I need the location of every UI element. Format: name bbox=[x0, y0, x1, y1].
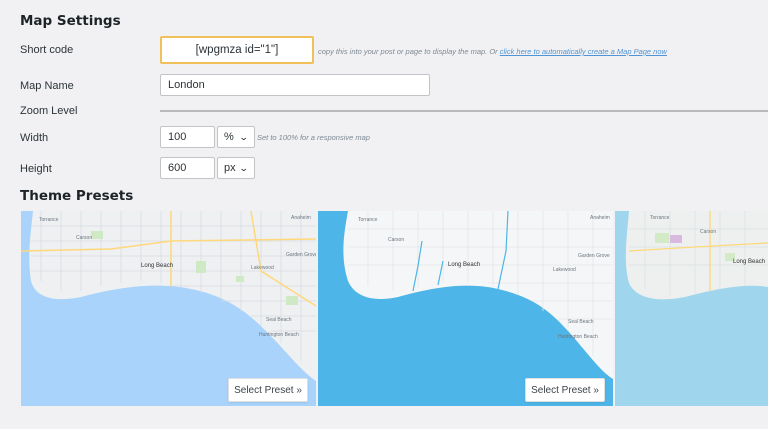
theme-presets-title: Theme Presets bbox=[20, 188, 134, 204]
place-label: Lakewood bbox=[251, 265, 274, 271]
place-label: Anaheim bbox=[590, 215, 610, 221]
height-value: 600 bbox=[168, 162, 187, 174]
width-input[interactable]: 100 bbox=[160, 126, 215, 148]
shortcode-hint-text: copy this into your post or page to disp… bbox=[318, 47, 500, 56]
place-label: Huntington Beach bbox=[558, 334, 598, 340]
place-label: Huntington Beach bbox=[259, 332, 299, 338]
place-label: Long Beach bbox=[141, 263, 173, 269]
zoom-level-label: Zoom Level bbox=[20, 105, 78, 117]
zoom-level-slider[interactable] bbox=[160, 110, 768, 112]
map-preview-default: Torrance Carson Long Beach Lakewood Seal… bbox=[21, 211, 316, 406]
place-label: Long Beach bbox=[733, 259, 765, 265]
map-preview-light-blue: Torrance Carson Long Beach bbox=[615, 211, 768, 406]
place-label: Anaheim bbox=[291, 215, 311, 221]
height-label: Height bbox=[20, 163, 52, 175]
place-label: Long Beach bbox=[448, 262, 480, 268]
width-unit-value: % bbox=[224, 131, 234, 143]
place-label: Garden Grove bbox=[578, 253, 610, 259]
width-label: Width bbox=[20, 132, 49, 144]
height-input[interactable]: 600 bbox=[160, 157, 215, 179]
width-value: 100 bbox=[168, 131, 187, 143]
map-name-label: Map Name bbox=[20, 80, 74, 92]
height-unit-select[interactable]: px ⌄ bbox=[217, 157, 255, 179]
map-name-input[interactable]: London bbox=[160, 74, 430, 96]
theme-preset-default[interactable]: Torrance Carson Long Beach Lakewood Seal… bbox=[21, 211, 316, 406]
chevron-down-icon: ⌄ bbox=[239, 131, 250, 142]
map-settings-title: Map Settings bbox=[20, 13, 121, 29]
select-preset-button[interactable]: Select Preset » bbox=[525, 378, 605, 402]
place-label: Torrance bbox=[39, 217, 59, 223]
place-label: Seal Beach bbox=[568, 319, 594, 325]
place-label: Carson bbox=[388, 237, 404, 243]
theme-preset-light-blue[interactable]: Torrance Carson Long Beach bbox=[615, 211, 768, 406]
width-unit-select[interactable]: % ⌄ bbox=[217, 126, 255, 148]
landmark-area bbox=[670, 235, 682, 243]
height-unit-value: px bbox=[224, 162, 236, 174]
theme-preset-blue-water[interactable]: Torrance Carson Long Beach Lakewood Seal… bbox=[318, 211, 613, 406]
select-preset-button[interactable]: Select Preset » bbox=[228, 378, 308, 402]
create-map-page-link[interactable]: click here to automatically create a Map… bbox=[500, 47, 667, 56]
map-name-value: London bbox=[168, 79, 205, 91]
chevron-down-icon: ⌄ bbox=[239, 162, 250, 173]
place-label: Carson bbox=[76, 235, 92, 241]
shortcode-hint: copy this into your post or page to disp… bbox=[318, 47, 667, 56]
width-hint: Set to 100% for a responsive map bbox=[257, 133, 370, 142]
place-label: Lakewood bbox=[553, 267, 576, 273]
place-label: Seal Beach bbox=[266, 317, 292, 323]
map-preview-blue-water: Torrance Carson Long Beach Lakewood Seal… bbox=[318, 211, 613, 406]
place-label: Carson bbox=[700, 229, 716, 235]
shortcode-value: [wpgmza id="1"] bbox=[195, 44, 279, 56]
place-label: Torrance bbox=[358, 217, 378, 223]
shortcode-field[interactable]: [wpgmza id="1"] bbox=[160, 36, 314, 64]
shortcode-label: Short code bbox=[20, 44, 74, 56]
place-label: Garden Grove bbox=[286, 252, 316, 258]
place-label: Torrance bbox=[650, 215, 670, 221]
